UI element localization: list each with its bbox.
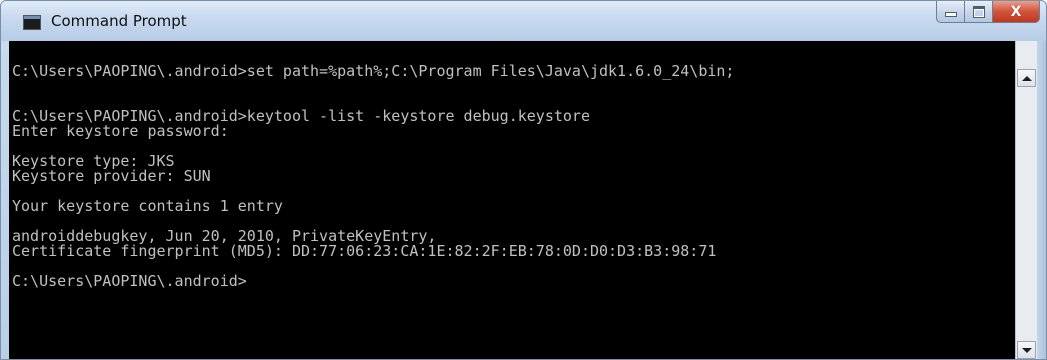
minimize-icon — [944, 12, 957, 17]
console-line: Your keystore contains 1 entry — [12, 197, 283, 215]
vertical-scrollbar[interactable] — [1015, 41, 1037, 359]
arrow-up-icon — [1021, 75, 1032, 81]
title-bar[interactable]: Command Prompt X — [1, 1, 1046, 41]
cmd-icon[interactable] — [23, 15, 41, 30]
console-line: Enter keystore password: — [12, 122, 229, 140]
close-icon: X — [1010, 3, 1022, 20]
scroll-down-button[interactable] — [1017, 341, 1036, 359]
maximize-button[interactable] — [964, 1, 992, 23]
arrow-down-icon — [1021, 347, 1032, 353]
window-frame-right — [1037, 41, 1046, 359]
console-line: Certificate fingerprint (MD5): DD:77:06:… — [12, 242, 717, 260]
scroll-up-button[interactable] — [1017, 69, 1036, 87]
window-title: Command Prompt — [51, 12, 187, 30]
console-text: C:\Users\PAOPING\.android>set path=%path… — [12, 49, 734, 289]
console-output[interactable]: C:\Users\PAOPING\.android>set path=%path… — [9, 41, 1015, 359]
caption-buttons: X — [936, 1, 1040, 23]
minimize-button[interactable] — [936, 1, 964, 23]
scroll-track[interactable] — [1017, 87, 1036, 341]
command-prompt-window: Command Prompt X C:\Users\PAOPING\.andro… — [0, 0, 1047, 360]
close-button[interactable]: X — [992, 1, 1040, 23]
maximize-icon — [972, 5, 985, 18]
console-line: Keystore provider: SUN — [12, 167, 211, 185]
console-line: C:\Users\PAOPING\.android>set path=%path… — [12, 62, 735, 80]
console-line: C:\Users\PAOPING\.android> — [12, 272, 247, 290]
